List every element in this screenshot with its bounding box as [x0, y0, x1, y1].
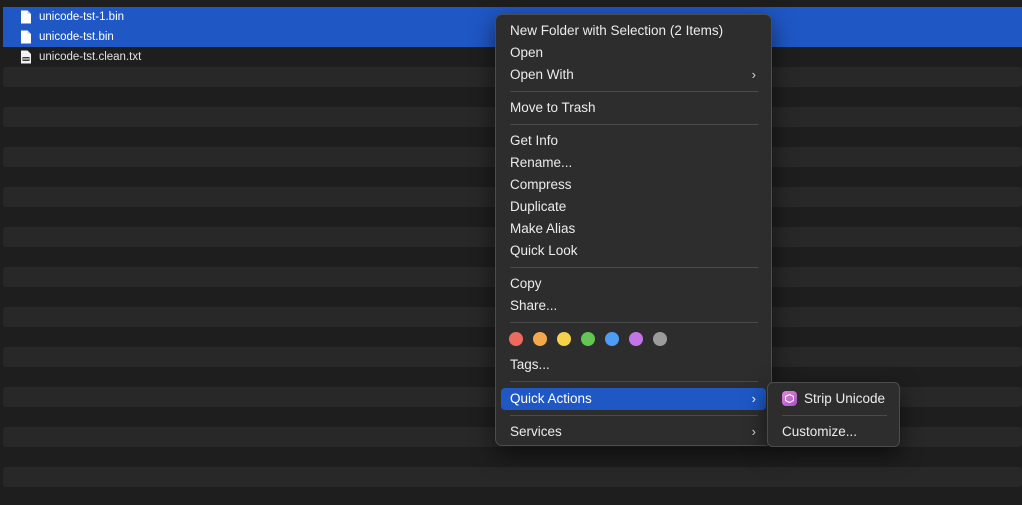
- text-file-icon: [20, 50, 32, 64]
- menu-separator: [510, 91, 758, 92]
- open-with-label: Open With: [510, 67, 574, 82]
- menu-separator: [510, 415, 758, 416]
- menu-separator: [510, 381, 758, 382]
- menu-separator: [510, 124, 758, 125]
- tag-gray-dot[interactable]: [653, 332, 667, 346]
- compress-item[interactable]: Compress: [501, 174, 766, 196]
- file-name: unicode-tst.bin: [39, 31, 114, 43]
- empty-row-stripe: [3, 467, 1022, 487]
- strip-unicode-label: Strip Unicode: [804, 391, 886, 406]
- menu-separator: [510, 322, 758, 323]
- strip-unicode-item[interactable]: Strip Unicode: [773, 388, 894, 410]
- move-to-trash-item[interactable]: Move to Trash: [501, 97, 766, 119]
- new-folder-with-selection-item[interactable]: New Folder with Selection (2 Items): [501, 20, 766, 42]
- shortcut-app-icon: [782, 390, 797, 406]
- menu-separator: [782, 415, 887, 416]
- open-with-item[interactable]: Open With ›: [501, 64, 766, 86]
- tag-green-dot[interactable]: [581, 332, 595, 346]
- tag-orange-dot[interactable]: [533, 332, 547, 346]
- duplicate-item[interactable]: Duplicate: [501, 196, 766, 218]
- services-label: Services: [510, 424, 562, 439]
- tag-red-dot[interactable]: [509, 332, 523, 346]
- make-alias-item[interactable]: Make Alias: [501, 218, 766, 240]
- context-menu: New Folder with Selection (2 Items) Open…: [495, 14, 772, 446]
- file-name: unicode-tst-1.bin: [39, 11, 125, 23]
- quick-actions-submenu: Strip Unicode Customize...: [767, 382, 900, 447]
- tag-blue-dot[interactable]: [605, 332, 619, 346]
- open-item[interactable]: Open: [501, 42, 766, 64]
- document-icon: [20, 10, 32, 24]
- tag-purple-dot[interactable]: [629, 332, 643, 346]
- chevron-right-icon: ›: [751, 67, 756, 82]
- chevron-right-icon: ›: [751, 391, 756, 406]
- copy-item[interactable]: Copy: [501, 273, 766, 295]
- file-name: unicode-tst.clean.txt: [39, 51, 142, 63]
- services-item[interactable]: Services ›: [501, 421, 766, 443]
- share-item[interactable]: Share...: [501, 295, 766, 317]
- get-info-item[interactable]: Get Info: [501, 130, 766, 152]
- chevron-right-icon: ›: [751, 424, 756, 439]
- quick-look-item[interactable]: Quick Look: [501, 240, 766, 262]
- tag-yellow-dot[interactable]: [557, 332, 571, 346]
- rename-item[interactable]: Rename...: [501, 152, 766, 174]
- tags-item[interactable]: Tags...: [501, 354, 766, 376]
- tag-color-row: [509, 332, 677, 346]
- document-icon: [20, 30, 32, 44]
- quick-actions-label: Quick Actions: [510, 391, 592, 406]
- menu-separator: [510, 267, 758, 268]
- finder-window: unicode-tst-1.bin unicode-tst.bin unicod…: [0, 0, 1022, 505]
- quick-actions-item[interactable]: Quick Actions ›: [501, 388, 766, 410]
- customize-item[interactable]: Customize...: [773, 421, 894, 443]
